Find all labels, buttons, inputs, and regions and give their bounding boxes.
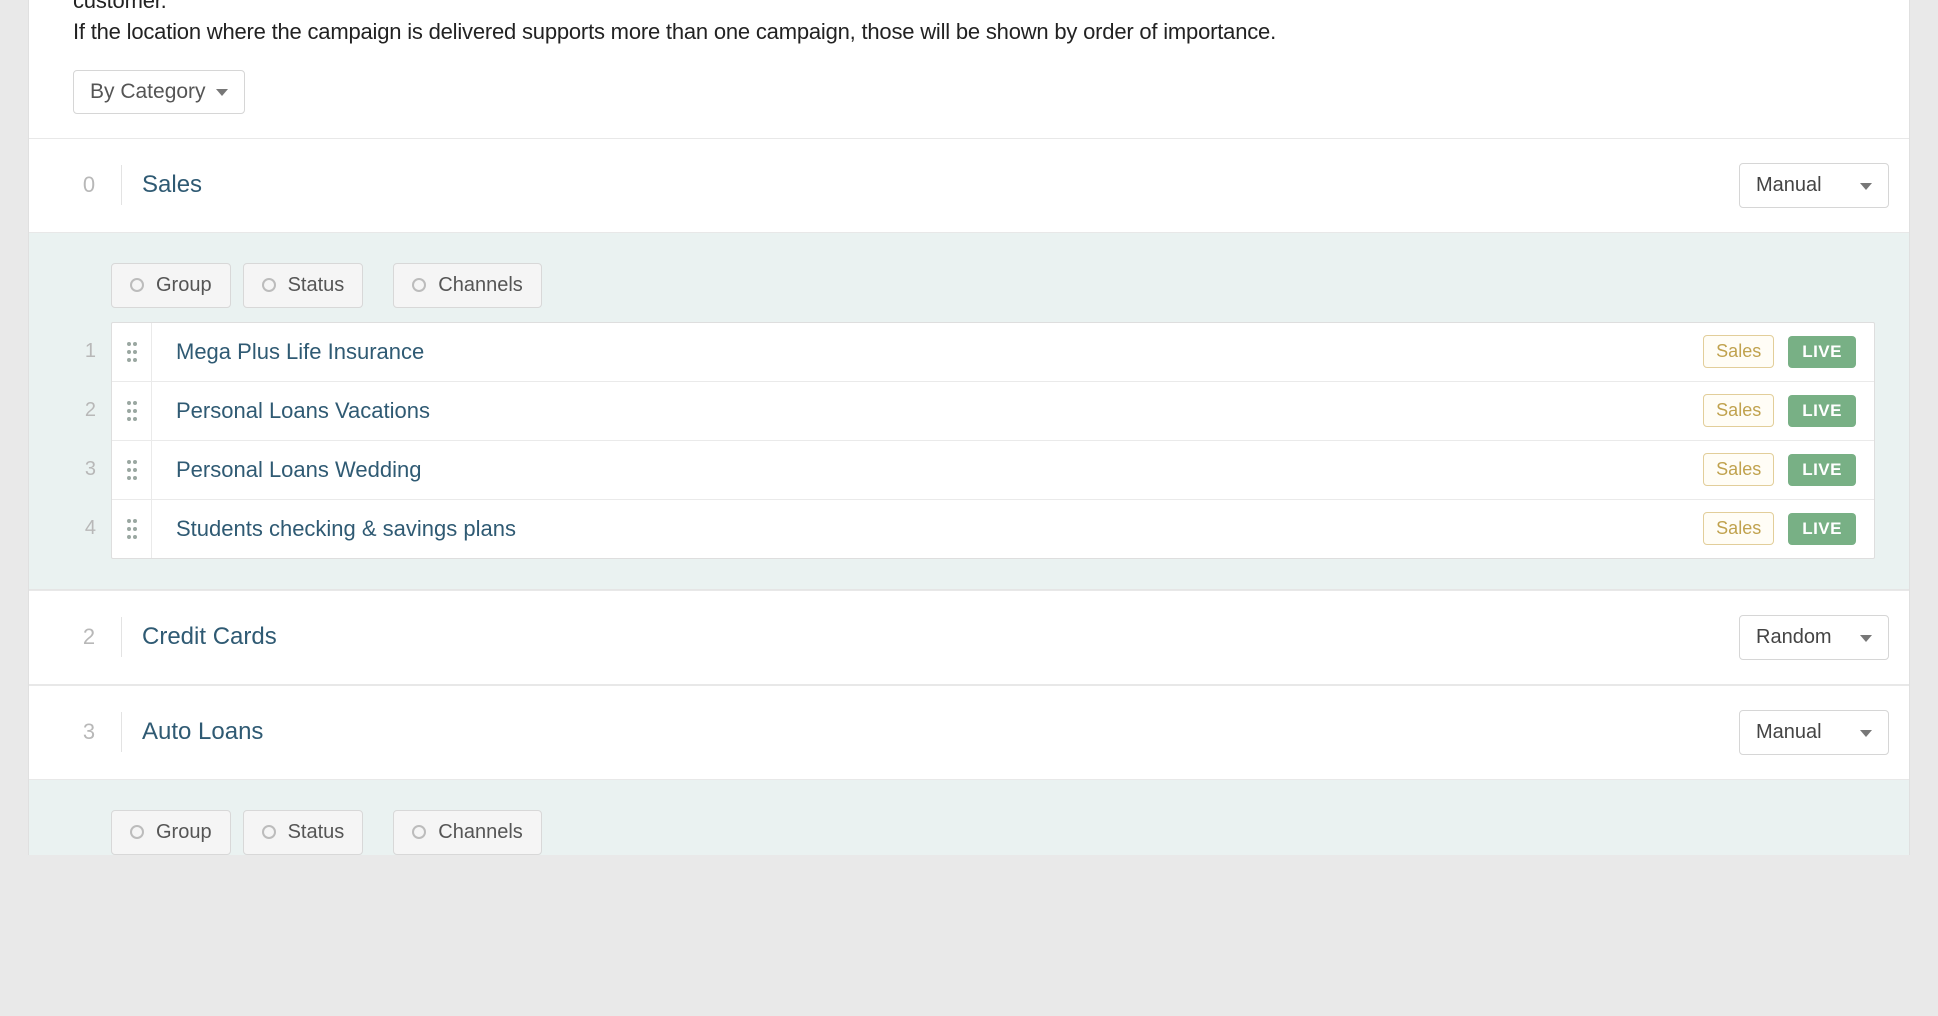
filter-status-label: Status: [288, 274, 345, 297]
sort-mode-label: Manual: [1756, 721, 1822, 744]
campaign-name-link[interactable]: Personal Loans Wedding: [152, 441, 1703, 499]
caret-down-icon: [1860, 730, 1872, 737]
status-badge: LIVE: [1788, 336, 1856, 368]
caret-down-icon: [1860, 183, 1872, 190]
category-header: 0 Sales Manual: [29, 138, 1909, 233]
caret-down-icon: [1860, 635, 1872, 642]
divider: [121, 712, 122, 752]
filter-bar: Group Status Channels: [111, 810, 1875, 855]
status-badge: LIVE: [1788, 395, 1856, 427]
drag-handle-icon[interactable]: [112, 500, 152, 558]
sort-mode-label: Random: [1756, 626, 1832, 649]
category-title[interactable]: Credit Cards: [142, 623, 1739, 651]
filter-status[interactable]: Status: [243, 810, 364, 855]
category-tag: Sales: [1703, 394, 1774, 427]
radio-icon: [130, 825, 144, 839]
campaign-name-link[interactable]: Students checking & savings plans: [152, 500, 1703, 558]
categories-list: 0 Sales Manual Group Status Channels 1 M…: [29, 138, 1909, 855]
view-mode-dropdown[interactable]: By Category: [73, 70, 245, 114]
category-index: 0: [65, 172, 113, 198]
filter-channels[interactable]: Channels: [393, 263, 542, 308]
category-title[interactable]: Sales: [142, 171, 1739, 199]
filter-channels[interactable]: Channels: [393, 810, 542, 855]
divider: [121, 617, 122, 657]
campaign-list: 1 Mega Plus Life Insurance Sales LIVE 2 …: [111, 322, 1875, 559]
category-tag: Sales: [1703, 512, 1774, 545]
row-index: 4: [72, 517, 96, 540]
intro-section: customer. If the location where the camp…: [29, 0, 1909, 138]
intro-cut-word: customer.: [73, 0, 167, 13]
category-title[interactable]: Auto Loans: [142, 718, 1739, 746]
campaign-row: 3 Personal Loans Wedding Sales LIVE: [112, 441, 1874, 500]
filter-group[interactable]: Group: [111, 263, 231, 308]
category-body: Group Status Channels: [29, 780, 1909, 855]
filter-group-label: Group: [156, 821, 212, 844]
row-index: 2: [72, 399, 96, 422]
caret-down-icon: [216, 89, 228, 96]
category-index: 2: [65, 624, 113, 650]
row-badges: Sales LIVE: [1703, 512, 1874, 545]
category-header: 3 Auto Loans Manual: [29, 685, 1909, 780]
filter-channels-label: Channels: [438, 821, 523, 844]
campaign-name-link[interactable]: Personal Loans Vacations: [152, 382, 1703, 440]
filter-group[interactable]: Group: [111, 810, 231, 855]
campaign-row: 2 Personal Loans Vacations Sales LIVE: [112, 382, 1874, 441]
drag-handle-icon[interactable]: [112, 382, 152, 440]
campaign-row: 4 Students checking & savings plans Sale…: [112, 500, 1874, 558]
drag-handle-icon[interactable]: [112, 441, 152, 499]
filter-status-label: Status: [288, 821, 345, 844]
row-badges: Sales LIVE: [1703, 453, 1874, 486]
intro-text: customer. If the location where the camp…: [73, 0, 1865, 48]
radio-icon: [262, 278, 276, 292]
filter-group-label: Group: [156, 274, 212, 297]
sort-mode-select[interactable]: Manual: [1739, 163, 1889, 208]
campaign-name-link[interactable]: Mega Plus Life Insurance: [152, 323, 1703, 381]
drag-handle-icon[interactable]: [112, 323, 152, 381]
filter-status[interactable]: Status: [243, 263, 364, 308]
sort-mode-select[interactable]: Manual: [1739, 710, 1889, 755]
divider: [121, 165, 122, 205]
radio-icon: [262, 825, 276, 839]
view-mode-label: By Category: [90, 80, 206, 104]
row-index: 3: [72, 458, 96, 481]
page-container: customer. If the location where the camp…: [28, 0, 1910, 855]
category-header: 2 Credit Cards Random: [29, 590, 1909, 685]
category-body: Group Status Channels 1 Mega Plus Life I…: [29, 233, 1909, 590]
radio-icon: [412, 278, 426, 292]
sort-mode-label: Manual: [1756, 174, 1822, 197]
status-badge: LIVE: [1788, 454, 1856, 486]
category-tag: Sales: [1703, 335, 1774, 368]
filter-channels-label: Channels: [438, 274, 523, 297]
row-badges: Sales LIVE: [1703, 335, 1874, 368]
campaign-row: 1 Mega Plus Life Insurance Sales LIVE: [112, 323, 1874, 382]
filter-bar: Group Status Channels: [111, 263, 1875, 308]
status-badge: LIVE: [1788, 513, 1856, 545]
row-index: 1: [72, 340, 96, 363]
category-tag: Sales: [1703, 453, 1774, 486]
intro-line: If the location where the campaign is de…: [73, 19, 1276, 44]
category-index: 3: [65, 719, 113, 745]
radio-icon: [130, 278, 144, 292]
row-badges: Sales LIVE: [1703, 394, 1874, 427]
radio-icon: [412, 825, 426, 839]
sort-mode-select[interactable]: Random: [1739, 615, 1889, 660]
